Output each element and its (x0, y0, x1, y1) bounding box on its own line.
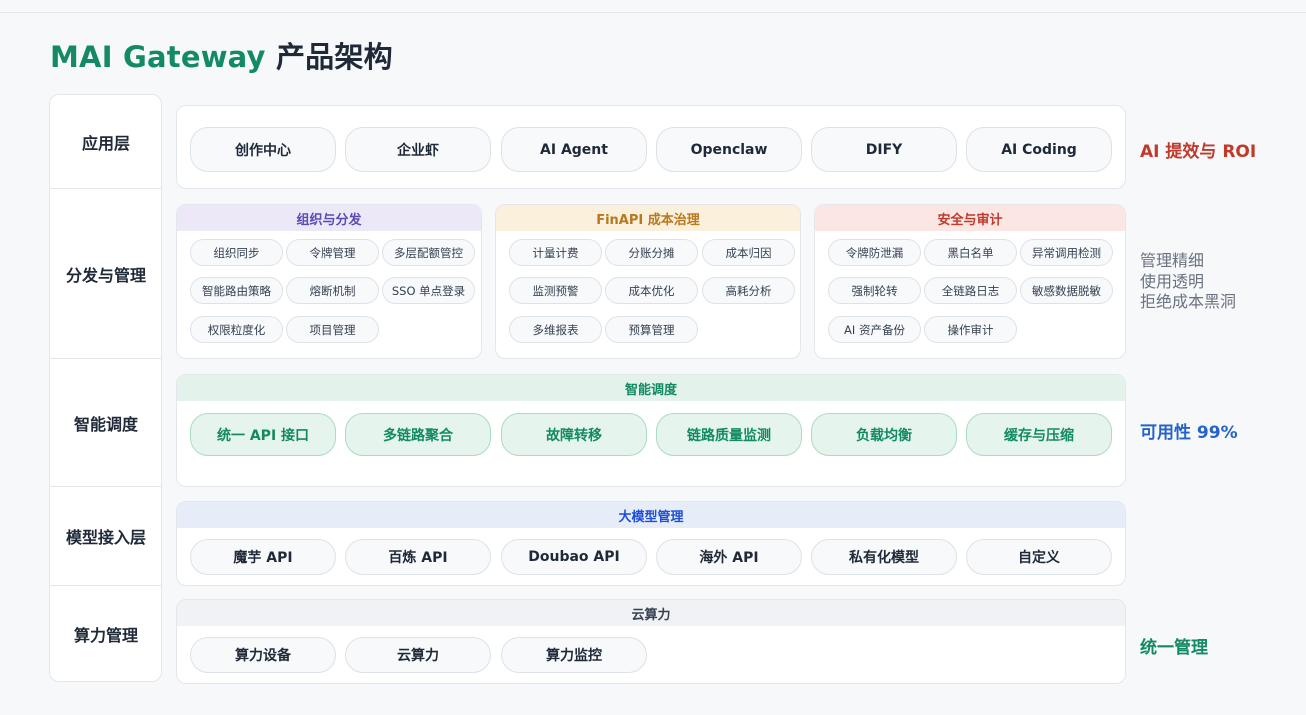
group-chip[interactable]: 权限粒度化 (190, 316, 283, 343)
group-chip[interactable]: 全链路日志 (924, 277, 1017, 304)
model-item-overseas-api[interactable]: 海外 API (656, 539, 802, 575)
group-chip[interactable]: 成本优化 (605, 277, 698, 304)
layer-column: 应用层 分发与管理 智能调度 模型接入层 算力管理 (49, 94, 162, 682)
app-item-enterprise-shrimp[interactable]: 企业虾 (345, 127, 491, 172)
scheduling-title: 智能调度 (177, 375, 1125, 401)
model-item-moyu-api[interactable]: 魔芋 API (190, 539, 336, 575)
group-chip[interactable]: 计量计费 (509, 239, 602, 266)
group-chip[interactable]: 监测预警 (509, 277, 602, 304)
model-item-custom[interactable]: 自定义 (966, 539, 1112, 575)
group-chip[interactable]: 多层配额管控 (382, 239, 475, 266)
model-item-bailian-api[interactable]: 百炼 API (345, 539, 491, 575)
compute-item-cloud[interactable]: 云算力 (345, 637, 491, 673)
page-title-rest: 产品架构 (275, 40, 393, 74)
note-roi: AI 提效与 ROI (1140, 142, 1257, 162)
app-item-dify[interactable]: DIFY (811, 127, 957, 172)
scheduling-item-link-quality[interactable]: 链路质量监测 (656, 413, 802, 456)
group-chip[interactable]: 分账分摊 (605, 239, 698, 266)
compute-card: 云算力 算力设备 云算力 算力监控 (176, 599, 1126, 684)
group-chip[interactable]: 组织同步 (190, 239, 283, 266)
page-title: MAI Gateway 产品架构 (50, 34, 393, 76)
scheduling-item-failover[interactable]: 故障转移 (501, 413, 647, 456)
app-item-creation-center[interactable]: 创作中心 (190, 127, 336, 172)
app-item-openclaw[interactable]: Openclaw (656, 127, 802, 172)
group-title: 安全与审计 (815, 205, 1125, 231)
group-chip[interactable]: 成本归因 (702, 239, 795, 266)
layer-label-model-access: 模型接入层 (50, 487, 161, 586)
note-availability: 可用性 99% (1140, 423, 1238, 443)
layer-label-distribution: 分发与管理 (50, 189, 161, 359)
group-chip[interactable]: 强制轮转 (828, 277, 921, 304)
note-management: 管理精细 使用透明 拒绝成本黑洞 (1140, 251, 1236, 313)
page-title-brand: MAI Gateway (50, 40, 266, 74)
model-item-private-model[interactable]: 私有化模型 (811, 539, 957, 575)
group-card-finapi-cost: FinAPI 成本治理 计量计费 分账分摊 成本归因 监测预警 成本优化 高耗分… (495, 204, 801, 359)
scheduling-card: 智能调度 统一 API 接口 多链路聚合 故障转移 链路质量监测 负载均衡 缓存… (176, 374, 1126, 487)
group-card-security-audit: 安全与审计 令牌防泄漏 黑白名单 异常调用检测 强制轮转 全链路日志 敏感数据脱… (814, 204, 1126, 359)
scheduling-item-multi-link[interactable]: 多链路聚合 (345, 413, 491, 456)
scheduling-item-unified-api[interactable]: 统一 API 接口 (190, 413, 336, 456)
group-chip[interactable]: 智能路由策略 (190, 277, 283, 304)
compute-item-monitor[interactable]: 算力监控 (501, 637, 647, 673)
group-chip[interactable]: SSO 单点登录 (382, 277, 475, 304)
note-management-line: 使用透明 (1140, 271, 1205, 291)
compute-title: 云算力 (177, 600, 1125, 626)
scheduling-item-load-balance[interactable]: 负载均衡 (811, 413, 957, 456)
group-chip[interactable]: 操作审计 (924, 316, 1017, 343)
group-title: FinAPI 成本治理 (496, 205, 800, 231)
group-chip[interactable]: 高耗分析 (702, 277, 795, 304)
top-divider (0, 12, 1306, 13)
model-access-card: 大模型管理 魔芋 API 百炼 API Doubao API 海外 API 私有… (176, 501, 1126, 586)
group-chip[interactable]: 异常调用检测 (1020, 239, 1113, 266)
layer-label-compute: 算力管理 (73, 626, 138, 645)
compute-item-device[interactable]: 算力设备 (190, 637, 336, 673)
group-chip[interactable]: 令牌管理 (286, 239, 379, 266)
note-management-line: 管理精细 (1140, 251, 1205, 270)
group-chip[interactable]: AI 资产备份 (828, 316, 921, 343)
app-item-ai-coding[interactable]: AI Coding (966, 127, 1112, 172)
application-layer-card: 创作中心 企业虾 AI Agent Openclaw DIFY AI Codin… (176, 105, 1126, 189)
group-chip[interactable]: 黑白名单 (924, 239, 1017, 266)
app-item-ai-agent[interactable]: AI Agent (501, 127, 647, 172)
group-chip[interactable]: 多维报表 (509, 316, 602, 343)
group-chip[interactable]: 令牌防泄漏 (828, 239, 921, 266)
group-chip[interactable]: 敏感数据脱敏 (1020, 277, 1113, 304)
group-chip[interactable]: 预算管理 (605, 316, 698, 343)
group-chip[interactable]: 熔断机制 (286, 277, 379, 304)
group-title: 组织与分发 (177, 205, 481, 231)
layer-label-application: 应用层 (50, 95, 161, 189)
note-unified: 统一管理 (1140, 638, 1208, 658)
model-access-title: 大模型管理 (177, 502, 1125, 528)
scheduling-item-cache-compress[interactable]: 缓存与压缩 (966, 413, 1112, 456)
group-card-org-distribution: 组织与分发 组织同步 令牌管理 多层配额管控 智能路由策略 熔断机制 SSO 单… (176, 204, 482, 359)
layer-label-scheduling: 智能调度 (50, 359, 161, 487)
model-item-doubao-api[interactable]: Doubao API (501, 539, 647, 575)
note-management-line: 拒绝成本黑洞 (1140, 292, 1237, 311)
group-chip[interactable]: 项目管理 (286, 316, 379, 343)
